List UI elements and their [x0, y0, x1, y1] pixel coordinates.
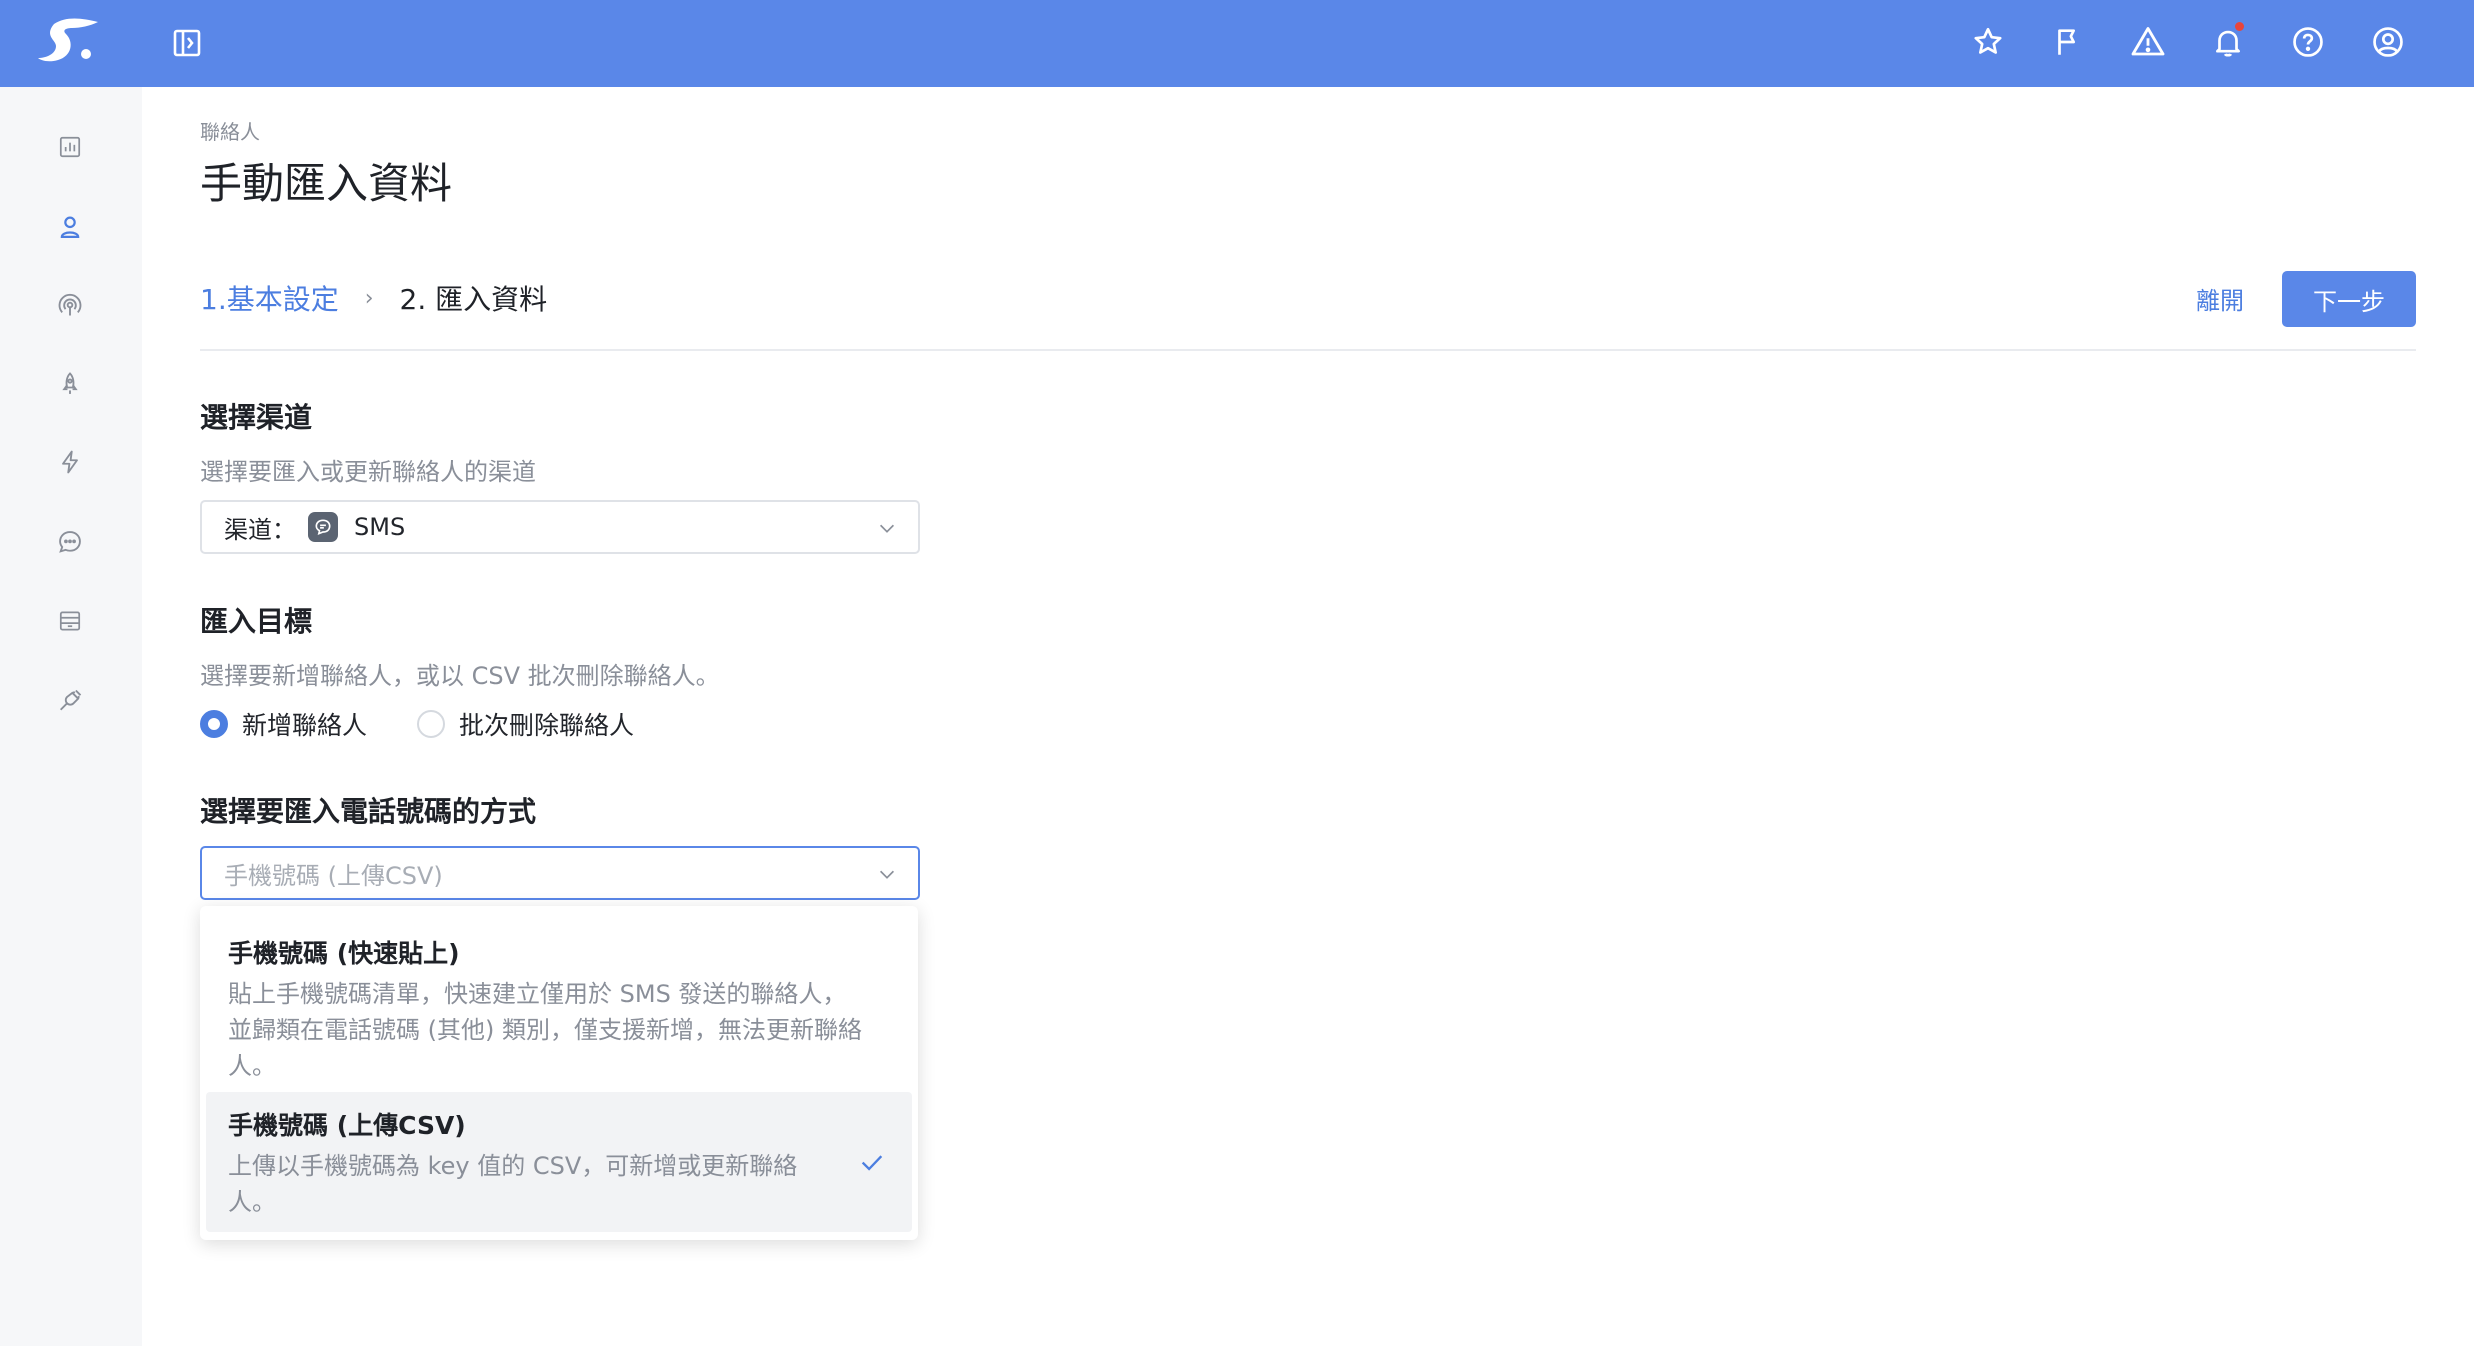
option-description-line: 並歸類在電話號碼 (其他) 類別，僅支援新增，無法更新聯絡 [228, 1016, 862, 1044]
option-description-line: 人。 [228, 1188, 276, 1216]
breadcrumb[interactable]: 聯絡人 [200, 116, 260, 145]
step-separator: › [364, 285, 374, 311]
phone-import-method-select[interactable]: 手機號碼 (上傳CSV) [200, 846, 920, 900]
contacts-icon[interactable] [52, 209, 88, 245]
notification-dot [2235, 22, 2244, 31]
star-icon[interactable] [1968, 22, 2008, 62]
import-target-radio-group: 新增聯絡人 批次刪除聯絡人 [200, 706, 684, 742]
option-title: 手機號碼 (上傳CSV) [228, 1111, 466, 1140]
step-basic-settings[interactable]: 1.基本設定 [200, 278, 339, 318]
channel-section-description: 選擇要匯入或更新聯絡人的渠道 [200, 458, 536, 486]
option-description: 上傳以手機號碼為 key 值的 CSV，可新增或更新聯絡 人。 [228, 1148, 890, 1220]
leave-button[interactable]: 離開 [2196, 278, 2244, 318]
bell-icon[interactable] [2208, 22, 2248, 62]
radio-unchecked-indicator [417, 710, 446, 738]
user-circle-icon[interactable] [2368, 22, 2408, 62]
option-description: 貼上手機號碼清單，快速建立僅用於 SMS 發送的聯絡人， 並歸類在電話號碼 (其… [228, 976, 890, 1084]
option-description-line: 上傳以手機號碼為 key 值的 CSV，可新增或更新聯絡 [228, 1152, 798, 1180]
help-icon[interactable] [2288, 22, 2328, 62]
top-bar [0, 0, 2474, 87]
radio-batch-delete-label: 批次刪除聯絡人 [459, 711, 635, 740]
brand-logo[interactable] [36, 16, 106, 66]
sidebar-toggle-icon[interactable] [170, 26, 204, 60]
flag-icon[interactable] [2048, 22, 2088, 62]
step-import-data: 2. 匯入資料 [399, 283, 548, 316]
left-sidebar [0, 87, 142, 1346]
warning-icon[interactable] [2128, 22, 2168, 62]
step-indicator: 1.基本設定 › 2. 匯入資料 [200, 278, 547, 318]
channel-select[interactable]: 渠道： SMS [200, 500, 920, 554]
chart-icon[interactable] [52, 129, 88, 165]
method-section-title: 選擇要匯入電話號碼的方式 [200, 795, 537, 828]
header-divider [200, 349, 2416, 351]
chat-icon[interactable] [52, 524, 88, 560]
check-icon [861, 1155, 883, 1171]
top-icon-bar [1968, 22, 2408, 62]
target-section-description: 選擇要新增聯絡人，或以 CSV 批次刪除聯絡人。 [200, 662, 720, 690]
dropdown-option-quick-paste[interactable]: 手機號碼 (快速貼上) 貼上手機號碼清單，快速建立僅用於 SMS 發送的聯絡人，… [206, 926, 912, 1086]
radio-checked-indicator [200, 710, 228, 738]
channel-select-value: SMS [354, 513, 406, 541]
target-section-title: 匯入目標 [200, 605, 313, 638]
broadcast-icon[interactable] [52, 287, 88, 323]
channel-section-title: 選擇渠道 [200, 401, 313, 434]
dropdown-option-upload-csv[interactable]: 手機號碼 (上傳CSV) 上傳以手機號碼為 key 值的 CSV，可新增或更新聯… [206, 1092, 912, 1232]
option-description-line: 貼上手機號碼清單，快速建立僅用於 SMS 發送的聯絡人， [228, 980, 847, 1008]
next-step-button[interactable]: 下一步 [2282, 271, 2416, 327]
method-dropdown-menu: 手機號碼 (快速貼上) 貼上手機號碼清單，快速建立僅用於 SMS 發送的聯絡人，… [200, 906, 918, 1240]
radio-batch-delete-contacts[interactable]: 批次刪除聯絡人 [417, 706, 634, 742]
radio-add-contacts-label: 新增聯絡人 [242, 711, 368, 740]
inbox-icon[interactable] [52, 603, 88, 639]
bolt-icon[interactable] [52, 444, 88, 480]
radio-add-contacts[interactable]: 新增聯絡人 [200, 706, 367, 742]
page-title: 手動匯入資料 [200, 159, 453, 208]
sms-channel-icon [308, 512, 338, 542]
chevron-down-icon [879, 524, 895, 533]
option-description-line: 人。 [228, 1052, 276, 1080]
method-select-placeholder: 手機號碼 (上傳CSV) [224, 861, 443, 890]
rocket-icon[interactable] [52, 366, 88, 402]
chevron-down-icon [879, 870, 895, 879]
channel-select-label: 渠道： [224, 515, 296, 544]
plug-icon[interactable] [52, 683, 88, 719]
option-title: 手機號碼 (快速貼上) [228, 939, 460, 968]
